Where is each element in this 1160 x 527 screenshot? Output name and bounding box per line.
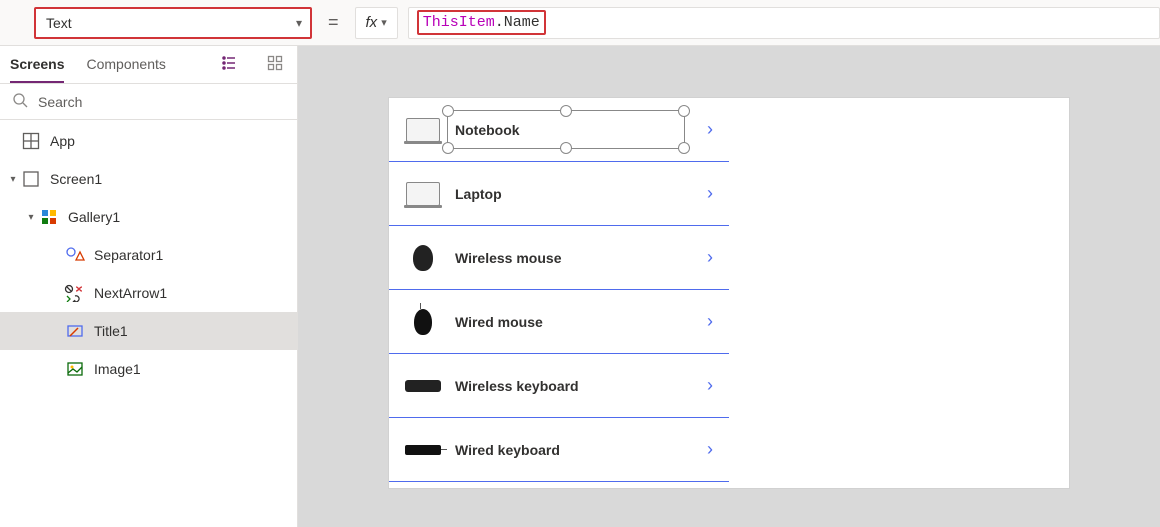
screen1-canvas[interactable]: Notebook › Laptop › Wirele xyxy=(389,98,1069,488)
formula-expression: ThisItem.Name xyxy=(417,10,546,35)
tree-node-label: App xyxy=(50,133,75,149)
tree-node-gallery1[interactable]: ▾ Gallery1 xyxy=(0,198,297,236)
gallery-row[interactable]: Laptop › xyxy=(389,162,729,226)
chevron-down-icon[interactable]: ▾ xyxy=(6,174,20,185)
gallery-item-image[interactable] xyxy=(405,117,441,143)
label-icon xyxy=(64,320,86,342)
design-canvas[interactable]: Notebook › Laptop › Wirele xyxy=(298,46,1160,527)
gallery-item-image[interactable] xyxy=(405,373,441,399)
tree-node-label: Gallery1 xyxy=(68,209,120,225)
search-row xyxy=(0,84,297,120)
tree-list-icon[interactable] xyxy=(217,55,241,74)
tree-list: App ▾ Screen1 ▾ Gallery1 Sep xyxy=(0,120,297,527)
chevron-right-icon[interactable]: › xyxy=(707,247,713,268)
gallery-row[interactable]: Wired keyboard › xyxy=(389,418,729,482)
separator-icon xyxy=(64,244,86,266)
formula-bar: Text ▾ = fx ▾ ThisItem.Name xyxy=(0,0,1160,46)
tree-node-label: Title1 xyxy=(94,323,128,339)
tree-node-separator1[interactable]: Separator1 xyxy=(0,236,297,274)
gallery-item-image[interactable] xyxy=(405,245,441,271)
gallery-item-title[interactable]: Laptop xyxy=(455,186,693,202)
gallery-row[interactable]: Notebook › xyxy=(389,98,729,162)
tab-screens[interactable]: Screens xyxy=(10,46,64,83)
gallery-item-image[interactable] xyxy=(405,437,441,463)
gallery-item-image[interactable] xyxy=(405,181,441,207)
tree-node-image1[interactable]: Image1 xyxy=(0,350,297,388)
gallery-item-title[interactable]: Wireless keyboard xyxy=(455,378,693,394)
chevron-down-icon[interactable]: ▾ xyxy=(24,212,38,223)
tree-node-label: Image1 xyxy=(94,361,141,377)
gallery-item-title[interactable]: Wireless mouse xyxy=(455,250,693,266)
chevron-down-icon: ▾ xyxy=(296,16,302,30)
tree-panel: Screens Components xyxy=(0,46,298,527)
main-area: Screens Components xyxy=(0,46,1160,527)
tree-node-label: Separator1 xyxy=(94,247,163,263)
gallery-item-title[interactable]: Wired keyboard xyxy=(455,442,693,458)
tree-node-nextarrow1[interactable]: NextArrow1 xyxy=(0,274,297,312)
gallery-row[interactable]: Wireless keyboard › xyxy=(389,354,729,418)
tab-screens-label: Screens xyxy=(10,56,64,72)
icons-group-icon xyxy=(64,282,86,304)
formula-token-object: ThisItem xyxy=(423,14,495,31)
tree-node-label: NextArrow1 xyxy=(94,285,167,301)
search-input[interactable] xyxy=(38,94,285,110)
image-icon xyxy=(64,358,86,380)
tree-node-label: Screen1 xyxy=(50,171,102,187)
tab-components-label: Components xyxy=(86,56,165,72)
chevron-right-icon[interactable]: › xyxy=(707,183,713,204)
chevron-right-icon[interactable]: › xyxy=(707,375,713,396)
chevron-right-icon[interactable]: › xyxy=(707,311,713,332)
fx-icon: fx xyxy=(366,14,378,31)
gallery-icon xyxy=(38,206,60,228)
formula-input[interactable]: ThisItem.Name xyxy=(408,7,1160,39)
equals-label: = xyxy=(322,12,345,33)
gallery-row[interactable]: Wireless mouse › xyxy=(389,226,729,290)
tree-node-title1[interactable]: Title1 xyxy=(0,312,297,350)
chevron-right-icon[interactable]: › xyxy=(707,119,713,140)
app-icon xyxy=(20,130,42,152)
tree-node-screen1[interactable]: ▾ Screen1 xyxy=(0,160,297,198)
chevron-right-icon[interactable]: › xyxy=(707,439,713,460)
fx-dropdown[interactable]: fx ▾ xyxy=(355,7,398,39)
tab-components[interactable]: Components xyxy=(86,46,165,83)
chevron-down-icon: ▾ xyxy=(381,16,387,29)
tree-tabs: Screens Components xyxy=(0,46,297,84)
search-icon xyxy=(12,92,28,111)
property-dropdown-label: Text xyxy=(46,15,72,31)
tree-grid-icon[interactable] xyxy=(263,55,287,74)
property-dropdown[interactable]: Text ▾ xyxy=(34,7,312,39)
screen-icon xyxy=(20,168,42,190)
gallery-item-title[interactable]: Notebook xyxy=(455,122,693,138)
gallery-item-title[interactable]: Wired mouse xyxy=(455,314,693,330)
gallery-row[interactable]: Wired mouse › xyxy=(389,290,729,354)
gallery-item-image[interactable] xyxy=(405,309,441,335)
tree-node-app[interactable]: App xyxy=(0,122,297,160)
formula-token-prop: Name xyxy=(504,14,540,31)
formula-token-dot: . xyxy=(495,14,504,31)
